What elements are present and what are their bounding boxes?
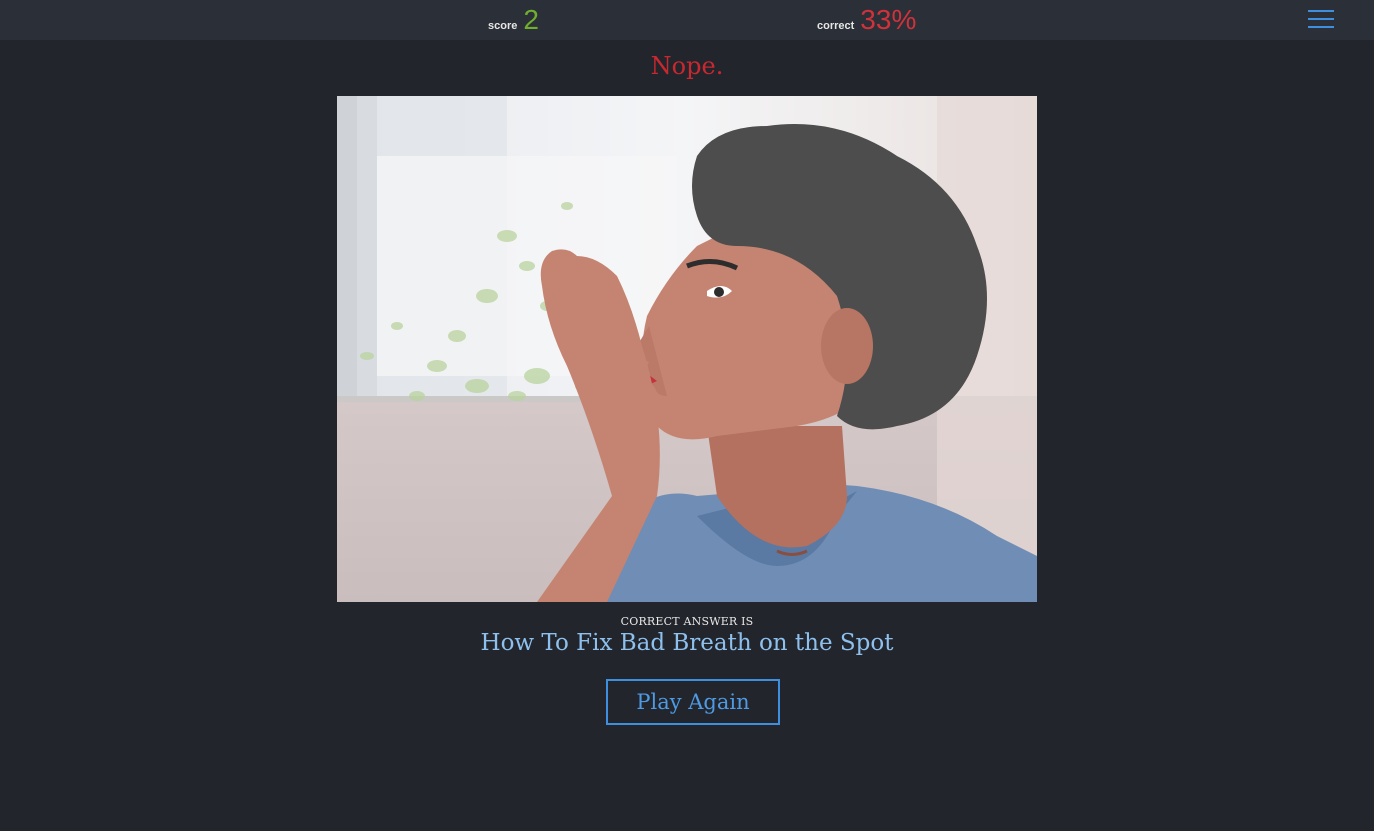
score-label: score bbox=[488, 20, 518, 32]
play-again-button[interactable]: Play Again bbox=[606, 679, 780, 725]
answer-caption: CORRECT ANSWER IS bbox=[620, 615, 754, 628]
answer-title: How To Fix Bad Breath on the Spot bbox=[480, 630, 894, 656]
correct-label: correct bbox=[817, 20, 855, 32]
score-stat: score 2 bbox=[488, 3, 539, 37]
correct-value: 33% bbox=[860, 4, 917, 35]
score-value: 2 bbox=[523, 4, 539, 35]
verdict-text: Nope. bbox=[650, 52, 724, 80]
question-illustration bbox=[337, 96, 1037, 602]
correct-stat: correct 33% bbox=[817, 3, 916, 37]
hamburger-menu-icon[interactable] bbox=[1308, 8, 1334, 30]
top-bar: score 2 correct 33% bbox=[0, 0, 1374, 40]
